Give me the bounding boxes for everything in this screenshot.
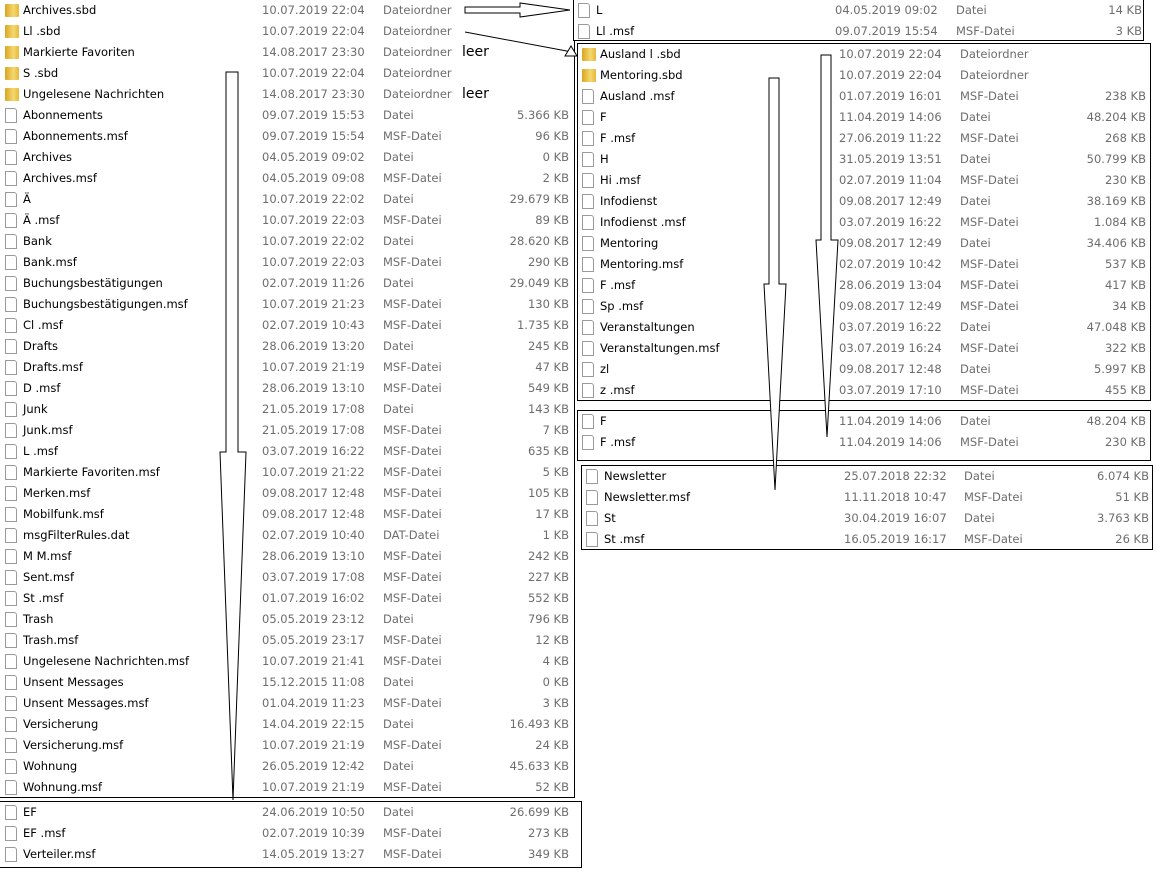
connector-line: [464, 31, 573, 53]
arrow-down-icon: [763, 77, 787, 491]
arrow-down-icon: [219, 71, 247, 801]
arrow-right-icon: [464, 2, 571, 18]
arrow-overlay: [219, 2, 839, 801]
arrow-down-icon: [815, 54, 839, 438]
